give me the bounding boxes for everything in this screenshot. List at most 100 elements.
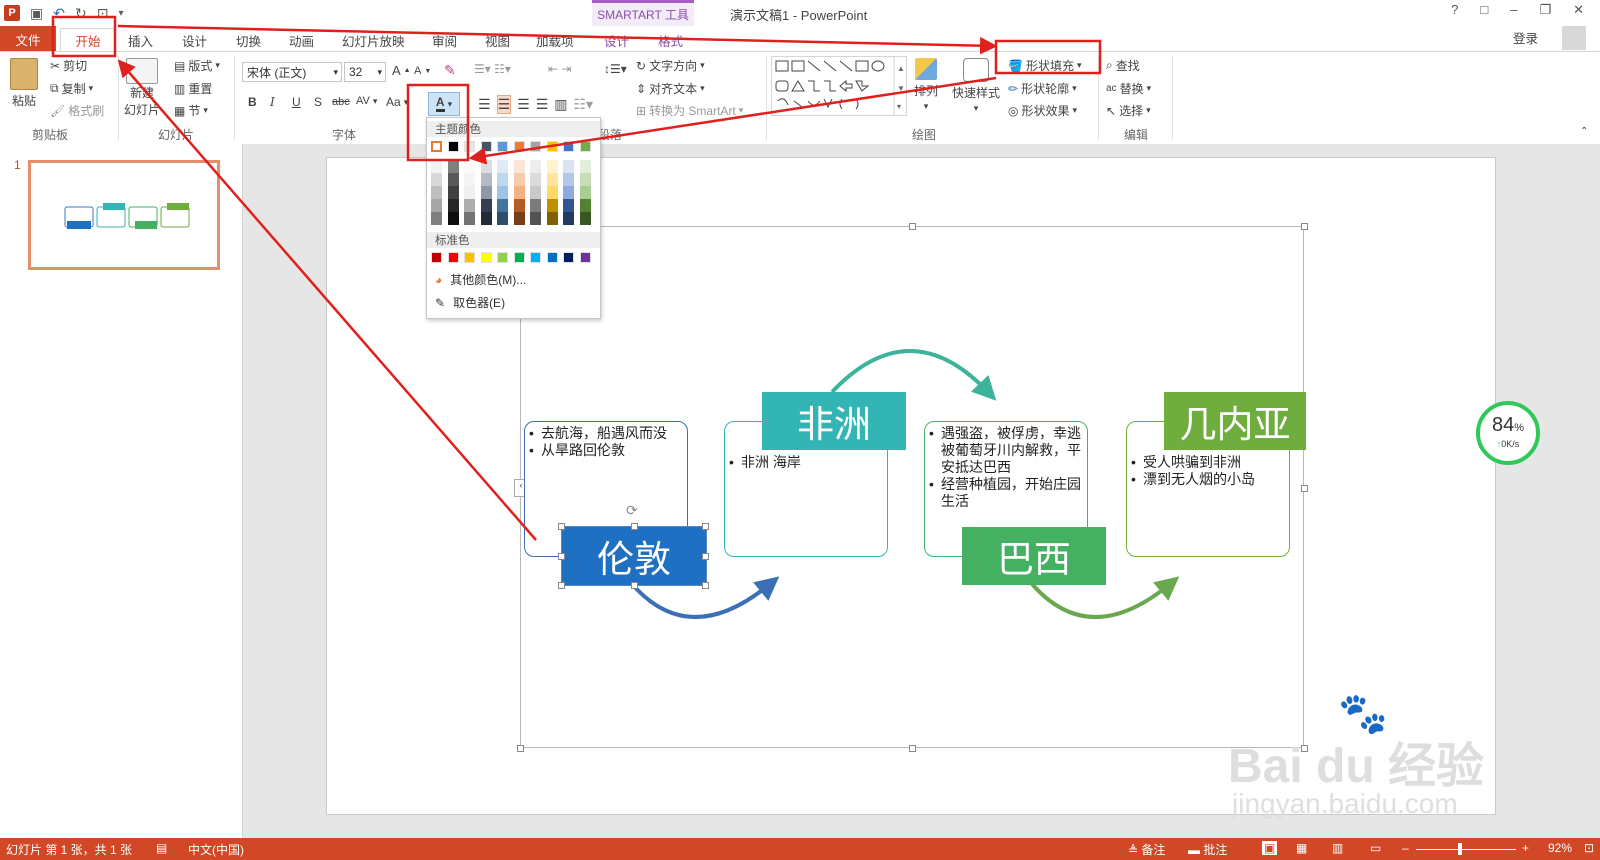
color-swatch[interactable] <box>447 186 459 199</box>
shapes-gallery[interactable]: ▲ ▼ ▾ <box>771 56 907 116</box>
change-case-button[interactable]: Aa ▾ <box>386 95 408 109</box>
justify-icon[interactable]: ☰ <box>536 96 549 113</box>
line-spacing-icon[interactable]: ↕☰▾ <box>604 62 627 76</box>
color-swatch[interactable] <box>546 160 558 173</box>
new-slide-button[interactable]: 新建 幻灯片 <box>124 58 160 118</box>
tab-file[interactable]: 文件 <box>0 26 56 52</box>
tab-view[interactable]: 视图 <box>485 30 510 50</box>
color-swatch[interactable] <box>563 212 574 225</box>
color-swatch[interactable] <box>546 173 558 186</box>
color-swatch[interactable] <box>513 212 525 225</box>
clear-format-icon[interactable]: ✎ <box>444 62 456 79</box>
color-swatch[interactable] <box>513 141 525 152</box>
color-swatch[interactable] <box>431 212 442 225</box>
color-swatch[interactable] <box>513 199 525 212</box>
maximize-button[interactable]: ❐ <box>1539 2 1551 18</box>
find-button[interactable]: ⌕ 查找 <box>1106 57 1140 74</box>
paste-button[interactable]: 粘贴 <box>10 58 38 109</box>
color-swatch[interactable] <box>497 252 508 263</box>
zoom-in-icon[interactable]: + <box>1522 841 1529 855</box>
comments-button[interactable]: ▬ 批注 <box>1188 841 1227 858</box>
color-swatch[interactable] <box>513 252 525 263</box>
layout-button[interactable]: ▤ 版式 ▾ <box>174 57 220 74</box>
color-swatch[interactable] <box>464 141 475 152</box>
color-swatch[interactable] <box>579 173 591 186</box>
color-swatch[interactable] <box>447 252 459 263</box>
resize-handle[interactable] <box>517 745 524 752</box>
font-color-button[interactable]: A ▾ <box>428 92 460 116</box>
smartart-title-guinea[interactable]: 几内亚 <box>1164 392 1306 450</box>
bullets-icon[interactable]: ☰▾ ☷▾ <box>474 62 511 76</box>
color-swatch[interactable] <box>563 199 574 212</box>
color-swatch[interactable] <box>464 199 475 212</box>
align-text-button[interactable]: ⇕ 对齐文本 ▾ <box>636 80 705 97</box>
quick-styles-button[interactable]: 快速样式 ▾ <box>952 58 1000 114</box>
customize-qat-icon[interactable]: ▾ <box>118 8 123 19</box>
color-swatch[interactable] <box>431 252 442 263</box>
color-swatch[interactable] <box>530 252 541 263</box>
shape-outline-button[interactable]: ✏ 形状轮廓 ▾ <box>1008 80 1077 97</box>
tab-transitions[interactable]: 切换 <box>236 30 261 50</box>
tab-addins[interactable]: 加载项 <box>536 30 574 50</box>
cut-button[interactable]: ✂ 剪切 <box>50 57 87 74</box>
reset-button[interactable]: ▥ 重置 <box>174 80 212 97</box>
color-swatch[interactable] <box>563 173 574 186</box>
more-colors-item[interactable]: ◕ 其他颜色(M)... <box>435 271 526 288</box>
align-left-icon[interactable]: ☰ <box>478 96 491 113</box>
indent-icon[interactable]: ⇤ ⇥ <box>548 62 571 76</box>
color-swatch[interactable] <box>480 212 492 225</box>
convert-smartart-button[interactable]: ⊞ 转换为 SmartArt ▾ <box>636 102 743 119</box>
color-swatch[interactable] <box>431 173 442 186</box>
avatar[interactable] <box>1562 26 1586 50</box>
resize-handle[interactable] <box>702 582 709 589</box>
resize-handle[interactable] <box>558 523 565 530</box>
align-right-icon[interactable]: ☰ <box>517 96 530 113</box>
replace-button[interactable]: ac 替换 ▾ <box>1106 80 1151 97</box>
color-swatch[interactable] <box>579 199 591 212</box>
color-swatch[interactable] <box>579 252 591 263</box>
resize-handle[interactable] <box>558 553 565 560</box>
ribbon-display-icon[interactable]: □ <box>1480 2 1488 18</box>
distribute-icon[interactable]: ▥ <box>554 96 567 113</box>
section-button[interactable]: ▦ 节 ▾ <box>174 102 208 119</box>
resize-handle[interactable] <box>702 553 709 560</box>
color-swatch[interactable] <box>546 199 558 212</box>
color-swatch[interactable] <box>579 141 591 152</box>
italic-button[interactable]: I <box>270 95 275 109</box>
bold-button[interactable]: B <box>248 95 257 109</box>
color-swatch[interactable] <box>464 252 475 263</box>
zoom-slider[interactable] <box>1416 849 1516 850</box>
tab-smartart-design[interactable]: 设计 <box>604 30 629 50</box>
resize-handle[interactable] <box>909 745 916 752</box>
color-swatch[interactable] <box>497 212 508 225</box>
color-swatch[interactable] <box>431 199 442 212</box>
arrange-button[interactable]: 排列 ▾ <box>914 58 938 112</box>
color-swatch[interactable] <box>513 173 525 186</box>
resize-handle[interactable] <box>631 582 638 589</box>
save-icon[interactable]: ▣ <box>30 5 43 22</box>
slide-sorter-icon[interactable]: ▦ <box>1296 841 1307 855</box>
collapse-ribbon-icon[interactable]: ⌃ <box>1580 126 1588 137</box>
select-button[interactable]: ↖ 选择 ▾ <box>1106 102 1151 119</box>
align-center-icon[interactable]: ☰ <box>496 95 512 114</box>
color-swatch[interactable] <box>579 186 591 199</box>
present-icon[interactable]: ⊡ <box>97 5 109 22</box>
color-swatch[interactable] <box>563 252 574 263</box>
color-swatch[interactable] <box>464 160 475 173</box>
zoom-out-icon[interactable]: – <box>1402 841 1409 855</box>
color-swatch[interactable] <box>497 173 508 186</box>
underline-button[interactable]: U <box>292 95 301 109</box>
color-swatch[interactable] <box>530 173 541 186</box>
shrink-font-icon[interactable]: A ▼ <box>414 65 431 77</box>
tab-smartart-format[interactable]: 格式 <box>658 30 683 50</box>
color-swatch[interactable] <box>480 173 492 186</box>
font-size-combo[interactable]: 32 ▾ <box>344 62 386 82</box>
color-swatch[interactable] <box>530 160 541 173</box>
color-swatch[interactable] <box>431 186 442 199</box>
color-swatch[interactable] <box>546 212 558 225</box>
color-swatch[interactable] <box>530 199 541 212</box>
resize-handle[interactable] <box>631 523 638 530</box>
color-swatch[interactable] <box>447 141 459 152</box>
color-swatch[interactable] <box>563 186 574 199</box>
smartart-title-africa[interactable]: 非洲 <box>762 392 906 450</box>
